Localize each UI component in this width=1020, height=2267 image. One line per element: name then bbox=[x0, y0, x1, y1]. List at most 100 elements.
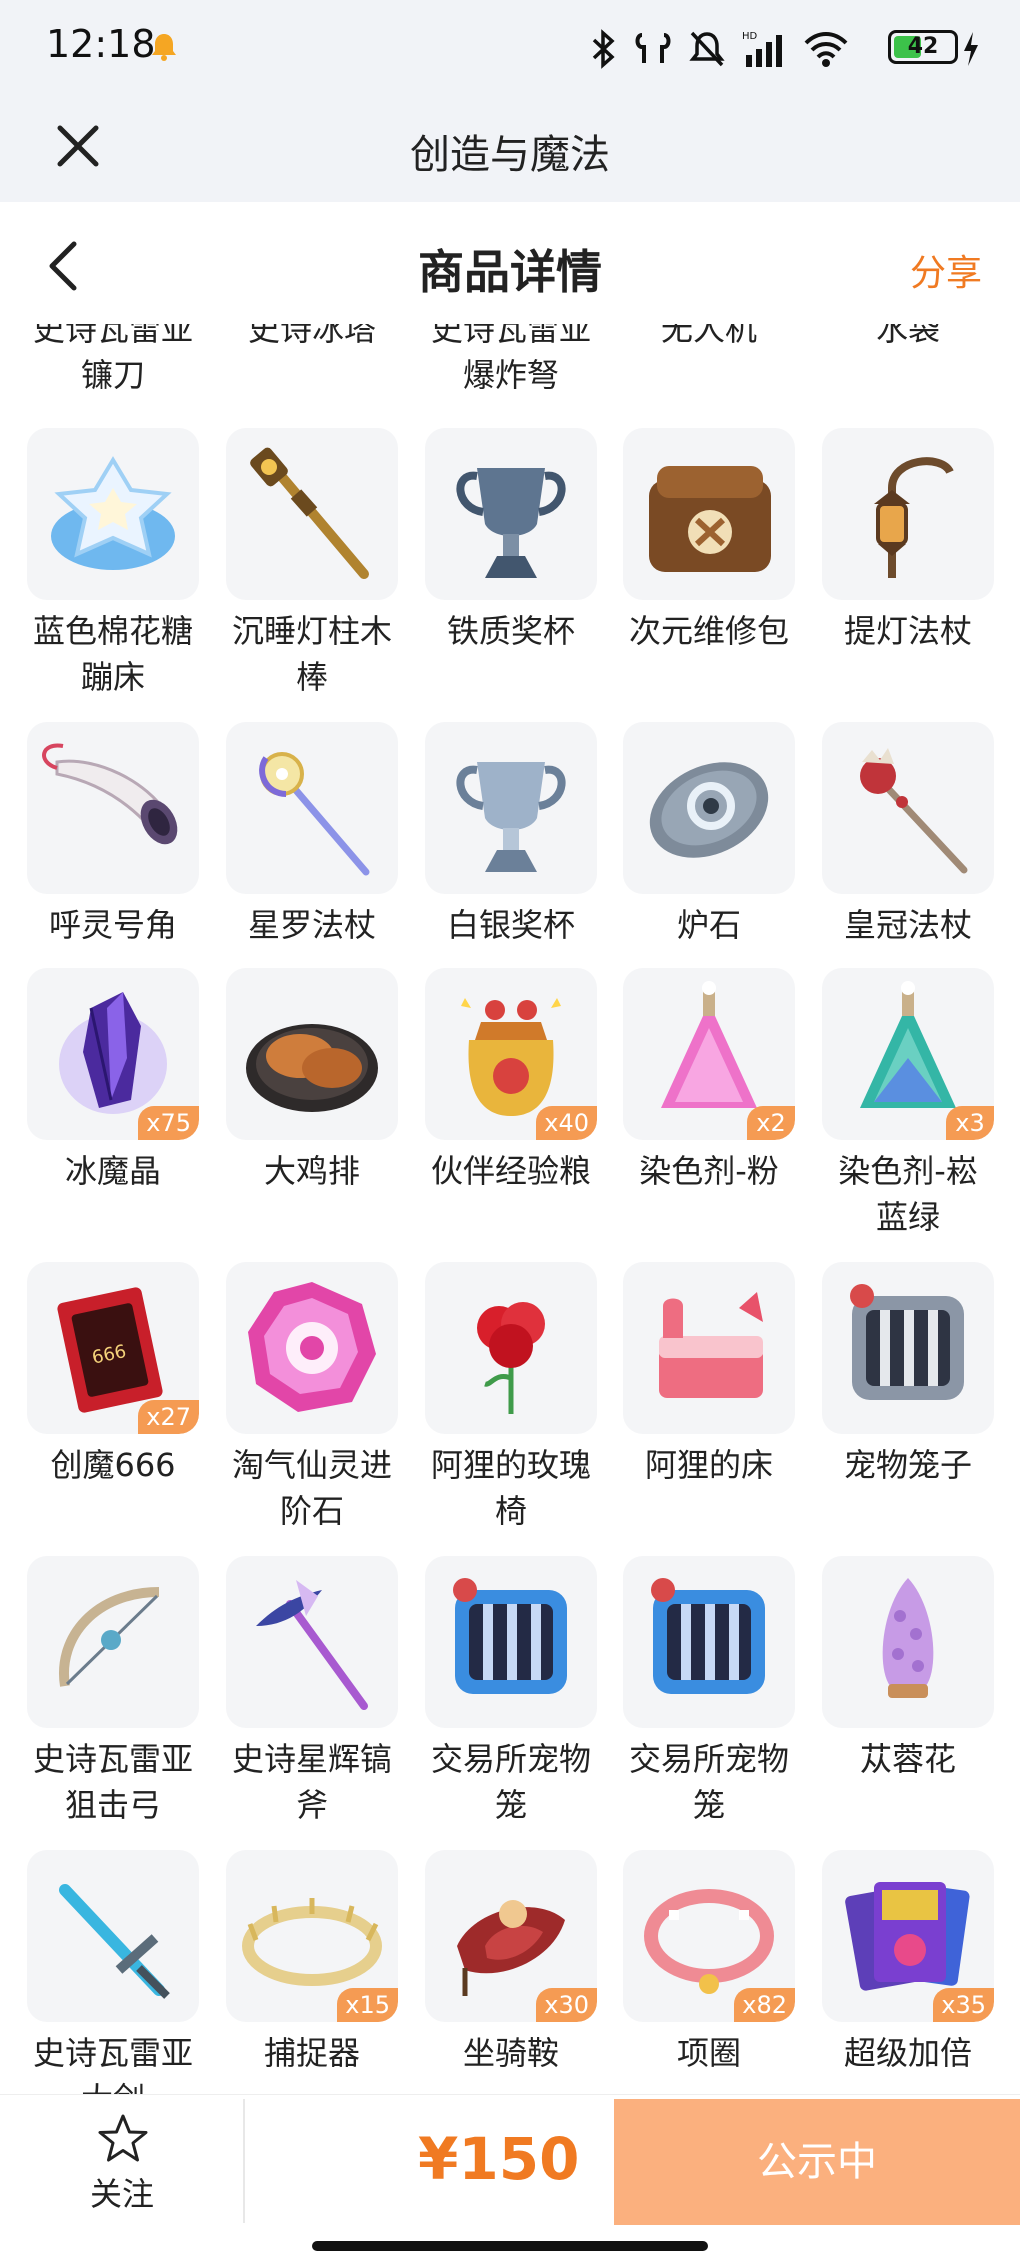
item-name: 淘气仙灵进 阶石 bbox=[231, 1446, 392, 1530]
item-name: 史诗瓦雷亚 镰刀 bbox=[32, 324, 193, 394]
signal-icon: HD bbox=[742, 31, 782, 67]
item-tile[interactable]: x82 bbox=[623, 1850, 795, 2022]
item-tile[interactable]: 666 x27 bbox=[27, 1262, 199, 1434]
item-tile[interactable] bbox=[226, 1262, 398, 1434]
item-name: 史诗星辉镐 斧 bbox=[231, 1740, 392, 1824]
blue-pet-cage-icon bbox=[651, 1578, 765, 1694]
blue-pet-cage-icon bbox=[453, 1578, 567, 1694]
item-name: 项圈 bbox=[676, 2034, 741, 2072]
item-name: 无人机 bbox=[660, 324, 757, 348]
quantity-badge: x40 bbox=[536, 1106, 597, 1140]
item-tile[interactable] bbox=[425, 1262, 597, 1434]
cotton-candy-trampoline-icon bbox=[51, 456, 175, 570]
item-tile[interactable] bbox=[27, 722, 199, 894]
pink-bed-icon bbox=[659, 1292, 763, 1398]
item-name: 史诗瓦雷亚 大剑 bbox=[32, 2034, 193, 2094]
quantity-badge: x82 bbox=[734, 1988, 795, 2022]
item-tile[interactable] bbox=[425, 428, 597, 600]
item-tile[interactable] bbox=[226, 1556, 398, 1728]
item-name: 阿狸的玫瑰 椅 bbox=[430, 1446, 591, 1530]
rose-chair-icon bbox=[477, 1302, 545, 1414]
item-name: 铁质奖杯 bbox=[446, 612, 575, 650]
item-name: 星罗法杖 bbox=[247, 906, 376, 944]
lamp-post-stick-icon bbox=[250, 447, 369, 579]
home-indicator[interactable] bbox=[312, 2241, 708, 2251]
item-tile[interactable] bbox=[226, 428, 398, 600]
item-tile[interactable] bbox=[822, 428, 994, 600]
quantity-badge: x75 bbox=[138, 1106, 199, 1140]
quantity-badge: x35 bbox=[933, 1988, 994, 2022]
app-title: 创造与魔法 bbox=[410, 132, 610, 178]
item-tile[interactable]: x15 bbox=[226, 1850, 398, 2022]
item-tile[interactable] bbox=[822, 1556, 994, 1728]
item-tile[interactable]: x40 bbox=[425, 968, 597, 1140]
item-name: 苁蓉花 bbox=[859, 1740, 956, 1778]
silver-trophy-icon bbox=[456, 762, 566, 872]
page-header: 商品详情 分享 bbox=[0, 202, 1020, 324]
item-tile[interactable] bbox=[425, 722, 597, 894]
item-tile[interactable] bbox=[623, 428, 795, 600]
item-name: 创魔666 bbox=[50, 1446, 176, 1484]
item-name: 阿狸的床 bbox=[644, 1446, 773, 1484]
item-tile[interactable] bbox=[623, 722, 795, 894]
share-button[interactable]: 分享 bbox=[910, 244, 982, 296]
svg-text:HD: HD bbox=[742, 31, 758, 42]
horn-icon bbox=[42, 743, 178, 845]
item-tile[interactable] bbox=[27, 1850, 199, 2022]
quantity-badge: x27 bbox=[138, 1400, 199, 1434]
item-name: 交易所宠物 笼 bbox=[628, 1740, 789, 1824]
greatsword-icon bbox=[59, 1884, 170, 1999]
item-name: 水袋 bbox=[875, 324, 940, 348]
item-tile[interactable]: x35 bbox=[822, 1850, 994, 2022]
hearthstone-icon bbox=[649, 762, 769, 858]
item-name: 大鸡排 bbox=[263, 1152, 360, 1190]
item-name: 沉睡灯柱木 棒 bbox=[231, 612, 392, 696]
item-name: 史诗瓦雷亚 爆炸弩 bbox=[430, 324, 591, 394]
item-tile[interactable]: x30 bbox=[425, 1850, 597, 2022]
item-name: 伙伴经验粮 bbox=[430, 1152, 591, 1190]
earbuds-icon bbox=[635, 33, 671, 63]
iron-trophy-icon bbox=[456, 468, 566, 578]
repair-bag-icon bbox=[649, 466, 771, 572]
item-tile[interactable]: x75 bbox=[27, 968, 199, 1140]
item-grid: 史诗瓦雷亚 镰刀 史诗冰塔 史诗瓦雷亚 爆炸弩 无人机 水袋 蓝色棉花糖 蹦床 沉睡灯柱木 … bbox=[0, 324, 1020, 2094]
item-tile[interactable]: x3 bbox=[822, 968, 994, 1140]
item-tile[interactable] bbox=[226, 722, 398, 894]
item-tile[interactable] bbox=[226, 968, 398, 1140]
star-staff-icon bbox=[259, 752, 370, 876]
item-name: 白银奖杯 bbox=[446, 906, 575, 944]
item-name: 提灯法杖 bbox=[843, 612, 972, 650]
lantern-staff-icon bbox=[874, 457, 954, 578]
page-title: 商品详情 bbox=[418, 245, 602, 299]
charging-icon bbox=[964, 32, 978, 66]
item-tile[interactable] bbox=[425, 1556, 597, 1728]
item-name: 呼灵号角 bbox=[48, 906, 177, 944]
follow-button[interactable]: 关注 bbox=[70, 2109, 174, 2213]
bow-icon bbox=[59, 1587, 160, 1687]
pickaxe-icon bbox=[256, 1580, 368, 1710]
crown-staff-icon bbox=[860, 748, 968, 874]
divider bbox=[243, 2099, 245, 2223]
item-name: 宠物笼子 bbox=[843, 1446, 972, 1484]
item-name: 次元维修包 bbox=[628, 612, 789, 650]
item-tile[interactable] bbox=[27, 1556, 199, 1728]
public-notice-button[interactable]: 公示中 bbox=[614, 2099, 1020, 2225]
item-name: 染色剂-粉 bbox=[639, 1152, 779, 1190]
item-name: 蓝色棉花糖 蹦床 bbox=[32, 612, 193, 696]
wifi-icon bbox=[804, 32, 848, 67]
quantity-badge: x30 bbox=[536, 1988, 597, 2022]
item-tile[interactable] bbox=[822, 722, 994, 894]
item-tile[interactable] bbox=[822, 1262, 994, 1434]
battery-icon: 42 bbox=[888, 30, 958, 64]
item-tile[interactable] bbox=[27, 428, 199, 600]
item-name: 炉石 bbox=[676, 906, 741, 944]
chicken-cutlet-icon bbox=[246, 1024, 378, 1112]
item-name: 冰魔晶 bbox=[64, 1152, 161, 1190]
item-tile[interactable] bbox=[623, 1556, 795, 1728]
item-name: 史诗瓦雷亚 狙击弓 bbox=[32, 1740, 193, 1824]
item-name: 交易所宠物 笼 bbox=[430, 1740, 591, 1824]
follow-label: 关注 bbox=[89, 2175, 154, 2213]
status-time: 12:18 bbox=[46, 22, 156, 66]
item-tile[interactable]: x2 bbox=[623, 968, 795, 1140]
item-tile[interactable] bbox=[623, 1262, 795, 1434]
